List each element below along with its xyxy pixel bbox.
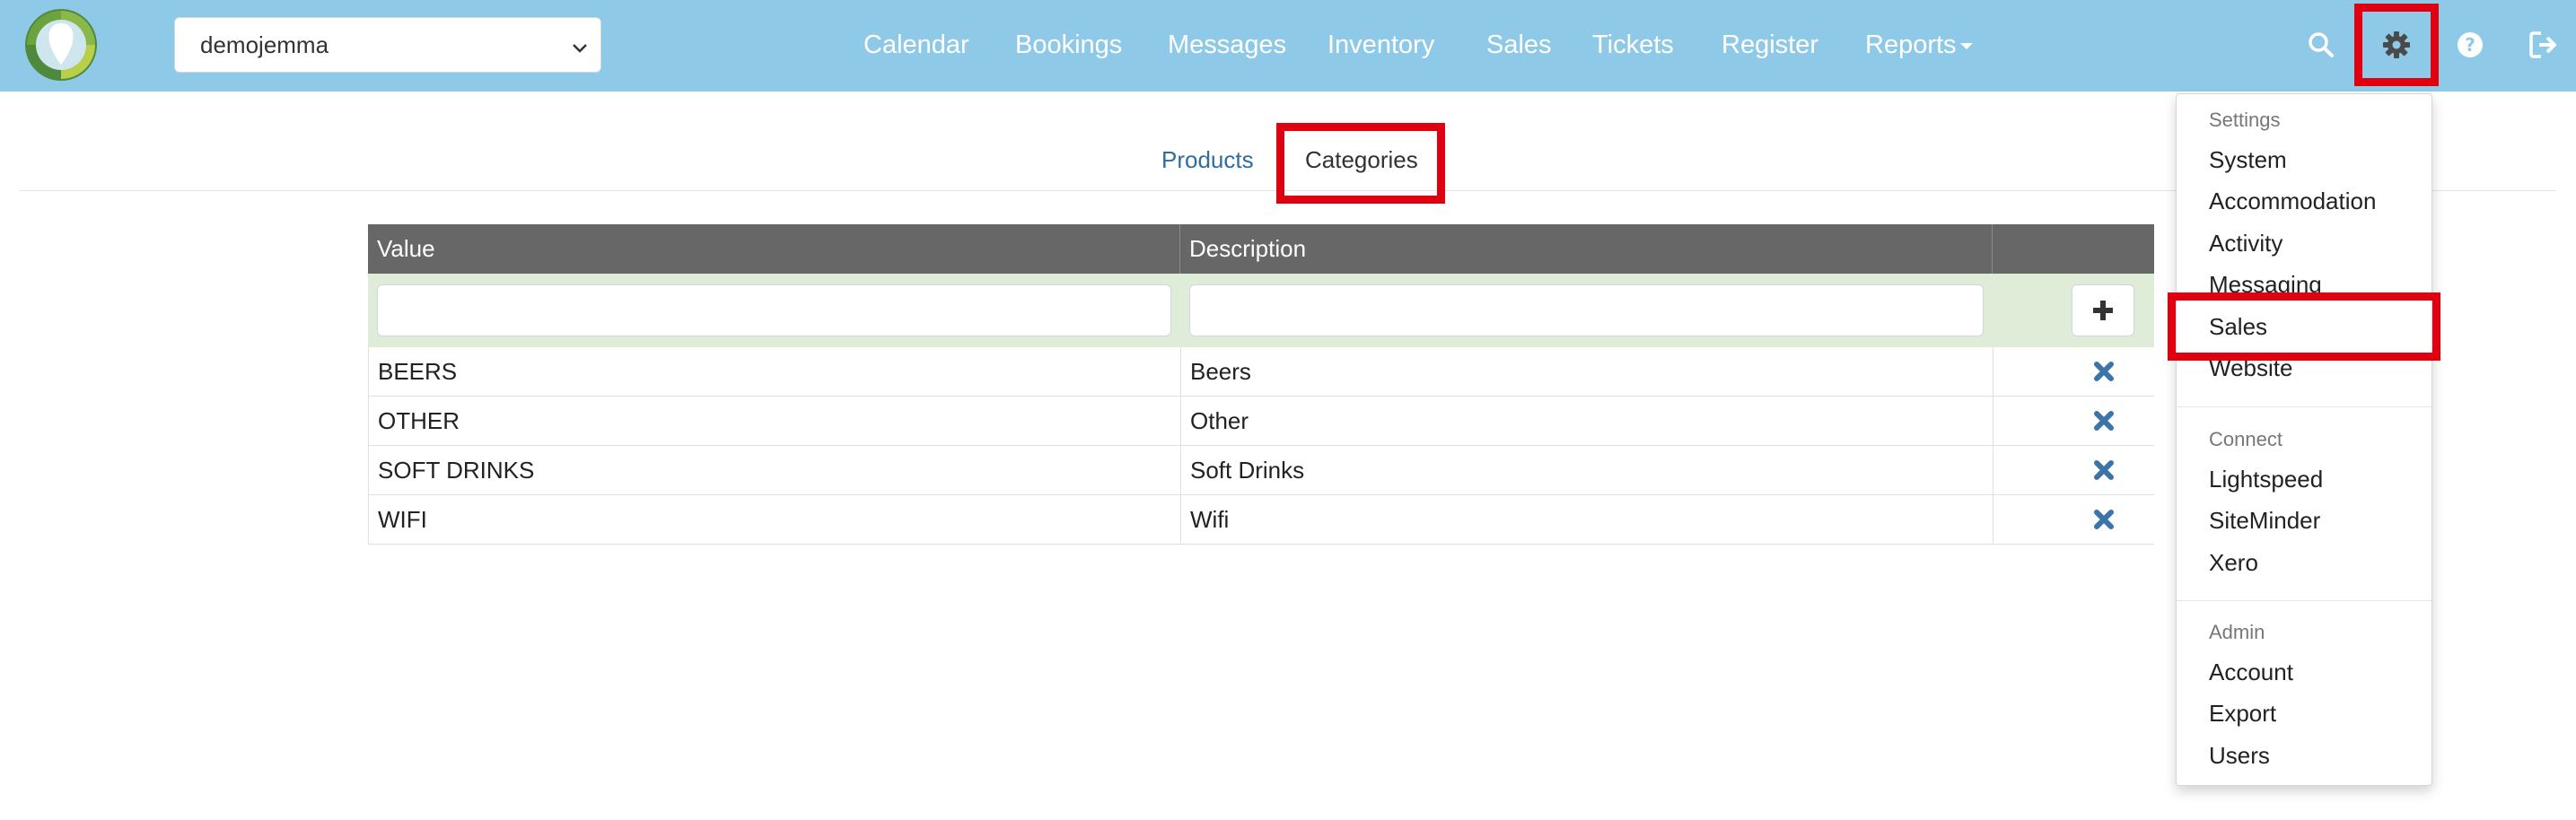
top-navbar: demojemma Calendar Bookings Messages Inv… [0,0,2576,92]
chevron-down-icon [570,36,590,56]
settings-dropdown-menu: Settings System Accommodation Activity M… [2176,93,2432,786]
table-row: WIFI Wifi [368,495,2154,545]
nav-inventory[interactable]: Inventory [1327,27,1434,63]
menu-item-messaging[interactable]: Messaging [2209,269,2322,300]
property-select-value: demojemma [200,31,329,58]
table-header: Value Description [368,224,2154,274]
new-value-input[interactable] [377,284,1171,336]
menu-item-users[interactable]: Users [2209,740,2270,771]
menu-item-lightspeed[interactable]: Lightspeed [2209,464,2323,494]
cell-value: SOFT DRINKS [369,446,1181,495]
cell-description: Beers [1181,347,1993,397]
cell-value: OTHER [369,397,1181,446]
delete-icon[interactable] [2092,409,2116,432]
cell-description: Soft Drinks [1181,446,1993,495]
cell-description: Other [1181,397,1993,446]
table-row: BEERS Beers [368,347,2154,397]
menu-header-admin: Admin [2209,621,2265,643]
menu-item-accommodation[interactable]: Accommodation [2209,186,2376,216]
table-row: OTHER Other [368,397,2154,446]
menu-item-activity[interactable]: Activity [2209,228,2282,258]
nav-tickets[interactable]: Tickets [1592,27,1674,63]
search-icon[interactable] [2303,27,2339,63]
menu-item-website[interactable]: Website [2209,353,2292,383]
column-header-description: Description [1180,224,1993,274]
nav-reports-label: Reports [1865,31,1957,59]
menu-item-account[interactable]: Account [2209,657,2293,687]
nav-register[interactable]: Register [1722,27,1818,63]
table-row: SOFT DRINKS Soft Drinks [368,446,2154,495]
cell-description: Wifi [1181,495,1993,545]
add-category-button[interactable] [2072,284,2134,336]
gear-icon[interactable] [2379,27,2414,63]
cell-value: WIFI [369,495,1181,545]
menu-item-sales[interactable]: Sales [2209,311,2267,342]
logout-icon[interactable] [2526,27,2562,63]
new-description-input[interactable] [1189,284,1984,336]
delete-icon[interactable] [2092,458,2116,482]
menu-divider [2177,406,2431,407]
nav-bookings[interactable]: Bookings [1015,27,1122,63]
menu-item-system[interactable]: System [2209,144,2287,175]
plus-icon [2093,301,2113,320]
nav-sales[interactable]: Sales [1486,27,1552,63]
column-header-actions [1993,224,2154,274]
delete-icon[interactable] [2092,360,2116,383]
property-select[interactable]: demojemma [174,17,601,73]
menu-item-export[interactable]: Export [2209,698,2276,728]
menu-divider [2177,600,2431,601]
help-icon[interactable]: ? [2452,27,2488,63]
caret-down-icon [1959,42,1973,49]
tab-products[interactable]: Products [1161,144,1254,176]
nav-calendar[interactable]: Calendar [863,27,969,63]
tab-categories[interactable]: Categories [1305,144,1418,176]
menu-header-connect: Connect [2209,428,2282,450]
menu-item-xero[interactable]: Xero [2209,547,2258,578]
menu-item-siteminder[interactable]: SiteMinder [2209,505,2320,536]
delete-icon[interactable] [2092,508,2116,531]
cell-value: BEERS [369,347,1181,397]
nav-messages[interactable]: Messages [1168,27,1286,63]
app-logo-icon[interactable] [23,7,99,83]
new-category-row [368,274,2154,347]
menu-header-settings: Settings [2209,109,2281,131]
nav-reports[interactable]: Reports [1865,27,1973,63]
column-header-value: Value [368,224,1180,274]
svg-text:?: ? [2465,34,2475,56]
